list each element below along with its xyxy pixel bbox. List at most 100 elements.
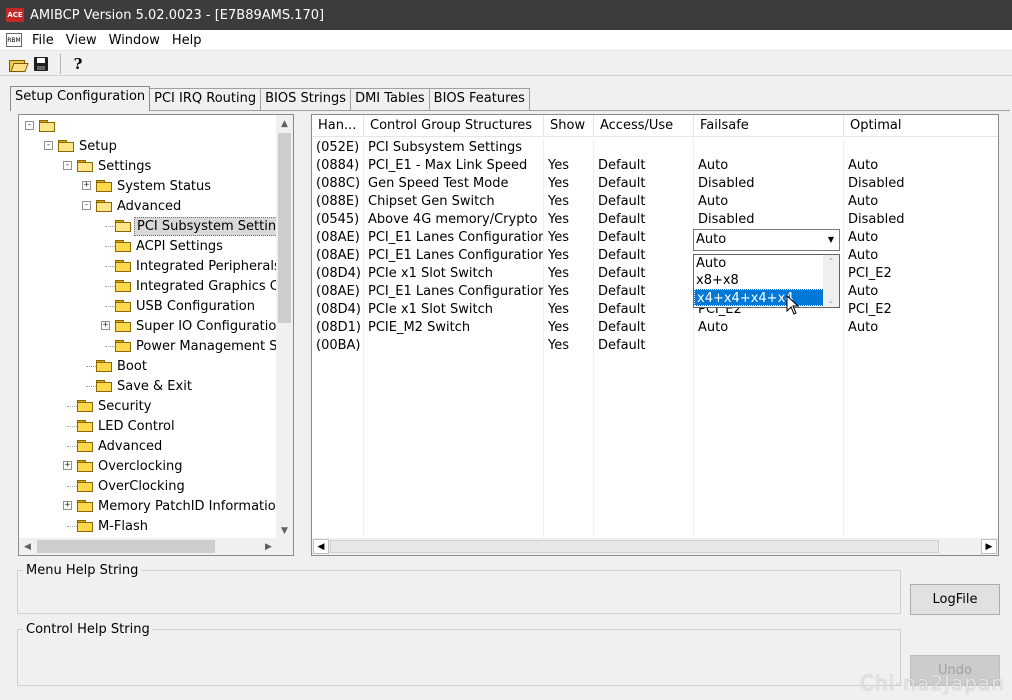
grid-hscroll-thumb[interactable] <box>330 540 939 553</box>
tree-node[interactable] <box>39 116 62 136</box>
table-row[interactable]: (08D1) PCIE_M2 Switch Yes Default Auto Auto <box>312 319 998 337</box>
table-cell[interactable]: Yes <box>544 319 594 337</box>
setup-tree[interactable]: - - Setup - Settings + System Status - Advanced P… <box>18 114 294 556</box>
tree-node[interactable]: System Status <box>96 176 213 196</box>
tree-node[interactable]: ACPI Settings <box>115 236 225 256</box>
table-row[interactable]: (052E) PCI Subsystem Settings <box>312 139 998 157</box>
tree-hscroll-thumb[interactable] <box>37 540 215 553</box>
dropdown-option-highlighted[interactable]: x4+x4+x4+x4 <box>694 289 824 306</box>
tab-pci-irq-routing[interactable]: PCI IRQ Routing <box>149 88 262 110</box>
table-cell[interactable]: Default <box>594 301 694 319</box>
scroll-up-icon[interactable]: ▲ <box>276 115 293 132</box>
column-header[interactable]: Access/Use <box>594 115 694 137</box>
save-button[interactable] <box>30 53 52 75</box>
tab-bios-features[interactable]: BIOS Features <box>428 88 530 110</box>
failsafe-dropdown-list[interactable]: Auto x8+x8 x4+x4+x4+x4 ⌃ ⌄ <box>693 254 840 308</box>
tree-expander-icon[interactable]: - <box>44 141 53 150</box>
table-row[interactable]: (08AE) PCI_E1 Lanes Configuration Yes Defau… <box>312 229 998 247</box>
tree-expander-icon[interactable]: - <box>25 121 34 130</box>
grid-horizontal-scrollbar[interactable]: ◀ ▶ <box>312 538 998 555</box>
tree-node[interactable]: LED Control <box>77 416 177 436</box>
table-cell[interactable]: Disabled <box>694 175 844 193</box>
table-cell[interactable]: Default <box>594 283 694 301</box>
table-cell[interactable]: Disabled <box>844 175 998 193</box>
table-row[interactable]: (08AE) PCI_E1 Lanes Configuration Yes Defau… <box>312 247 998 265</box>
table-row[interactable]: (08AE) PCI_E1 Lanes Configuration Yes Defau… <box>312 283 998 301</box>
table-row[interactable]: (088C) Gen Speed Test Mode Yes Default Disab… <box>312 175 998 193</box>
tree-node[interactable]: Super IO Configuration <box>115 316 277 336</box>
table-cell[interactable]: Auto <box>844 319 998 337</box>
menu-window[interactable]: Window <box>105 33 168 48</box>
table-cell[interactable]: Yes <box>544 265 594 283</box>
tree-node[interactable]: Advanced <box>96 196 183 216</box>
help-button[interactable]: ? <box>67 53 89 75</box>
table-cell[interactable]: Default <box>594 229 694 247</box>
table-cell[interactable]: Disabled <box>844 211 998 229</box>
grid-scroll-right-icon[interactable]: ▶ <box>981 539 997 554</box>
tree-node[interactable]: Setup <box>58 136 119 156</box>
tree-expander-icon[interactable]: + <box>63 461 72 470</box>
grid-scroll-left-icon[interactable]: ◀ <box>313 539 329 554</box>
tree-scroll-thumb[interactable] <box>278 133 291 323</box>
tree-expander-icon[interactable]: + <box>82 181 91 190</box>
tab-setup-configuration[interactable]: Setup Configuration <box>10 86 151 111</box>
table-cell[interactable]: Yes <box>544 283 594 301</box>
tree-vertical-scrollbar[interactable]: ▲ ▼ <box>276 115 293 539</box>
table-cell[interactable]: Auto <box>694 193 844 211</box>
tree-node[interactable]: Boot <box>96 356 149 376</box>
column-header[interactable]: Failsafe <box>694 115 844 137</box>
tree-expander-icon[interactable]: - <box>63 161 72 170</box>
tree-node[interactable]: OverClocking <box>77 476 187 496</box>
table-cell[interactable]: Default <box>594 319 694 337</box>
table-cell[interactable]: Auto <box>694 319 844 337</box>
failsafe-combobox[interactable]: Auto ▼ <box>693 229 840 251</box>
tree-node[interactable]: Save & Exit <box>96 376 194 396</box>
table-cell[interactable]: Default <box>594 247 694 265</box>
tree-expander-icon[interactable]: + <box>63 501 72 510</box>
dropdown-scroll-up-icon[interactable]: ⌃ <box>828 257 835 266</box>
table-cell[interactable] <box>594 139 694 157</box>
tree-node[interactable]: Security <box>77 396 153 416</box>
table-cell[interactable] <box>844 139 998 157</box>
table-cell[interactable]: PCI_E2 <box>844 265 998 283</box>
table-cell[interactable]: Auto <box>844 283 998 301</box>
table-cell[interactable]: Yes <box>544 247 594 265</box>
table-row[interactable]: (0884) PCI_E1 - Max Link Speed Yes Default A… <box>312 157 998 175</box>
menu-file[interactable]: File <box>28 33 62 48</box>
table-cell[interactable]: Yes <box>544 337 594 355</box>
table-cell[interactable]: Auto <box>844 157 998 175</box>
tree-node[interactable]: Integrated Peripherals <box>115 256 277 276</box>
table-cell[interactable]: Yes <box>544 229 594 247</box>
table-cell[interactable]: Default <box>594 337 694 355</box>
scroll-left-icon[interactable]: ◀ <box>19 538 36 555</box>
table-cell[interactable]: Auto <box>694 157 844 175</box>
column-header[interactable]: Han... <box>312 115 364 137</box>
table-cell[interactable] <box>694 337 844 355</box>
table-cell[interactable] <box>844 337 998 355</box>
table-cell[interactable]: Default <box>594 175 694 193</box>
scroll-down-icon[interactable]: ▼ <box>276 522 293 539</box>
tree-node[interactable]: M-Flash <box>77 516 150 536</box>
table-cell[interactable]: Yes <box>544 193 594 211</box>
table-row[interactable]: (0545) Above 4G memory/Crypto ... Yes Defau… <box>312 211 998 229</box>
tree-node[interactable]: Memory PatchID Information <box>77 496 277 516</box>
table-cell[interactable]: Yes <box>544 175 594 193</box>
dropdown-option[interactable]: Auto <box>694 255 824 272</box>
table-cell[interactable]: Auto <box>844 229 998 247</box>
document-icon[interactable]: RBM <box>6 33 22 47</box>
menu-view[interactable]: View <box>62 33 105 48</box>
table-cell[interactable]: Auto <box>844 247 998 265</box>
tab-bios-strings[interactable]: BIOS Strings <box>260 88 352 110</box>
table-row[interactable]: (08D4) PCIe x1 Slot Switch Yes Default PCI_E… <box>312 265 998 283</box>
tree-node[interactable]: Power Management Set <box>115 336 277 356</box>
table-cell[interactable]: Auto <box>844 193 998 211</box>
tree-node[interactable]: Overclocking <box>77 456 184 476</box>
table-cell[interactable] <box>694 139 844 157</box>
control-grid[interactable]: Han... Control Group Structures Show Access… <box>311 114 999 556</box>
table-cell[interactable]: Default <box>594 193 694 211</box>
tree-horizontal-scrollbar[interactable]: ◀ ▶ <box>19 538 277 555</box>
tree-node[interactable]: Integrated Graphics Cor <box>115 276 277 296</box>
table-cell[interactable]: Yes <box>544 211 594 229</box>
table-row[interactable]: (088E) Chipset Gen Switch Yes Default Auto Au… <box>312 193 998 211</box>
dropdown-option[interactable]: x8+x8 <box>694 272 824 289</box>
